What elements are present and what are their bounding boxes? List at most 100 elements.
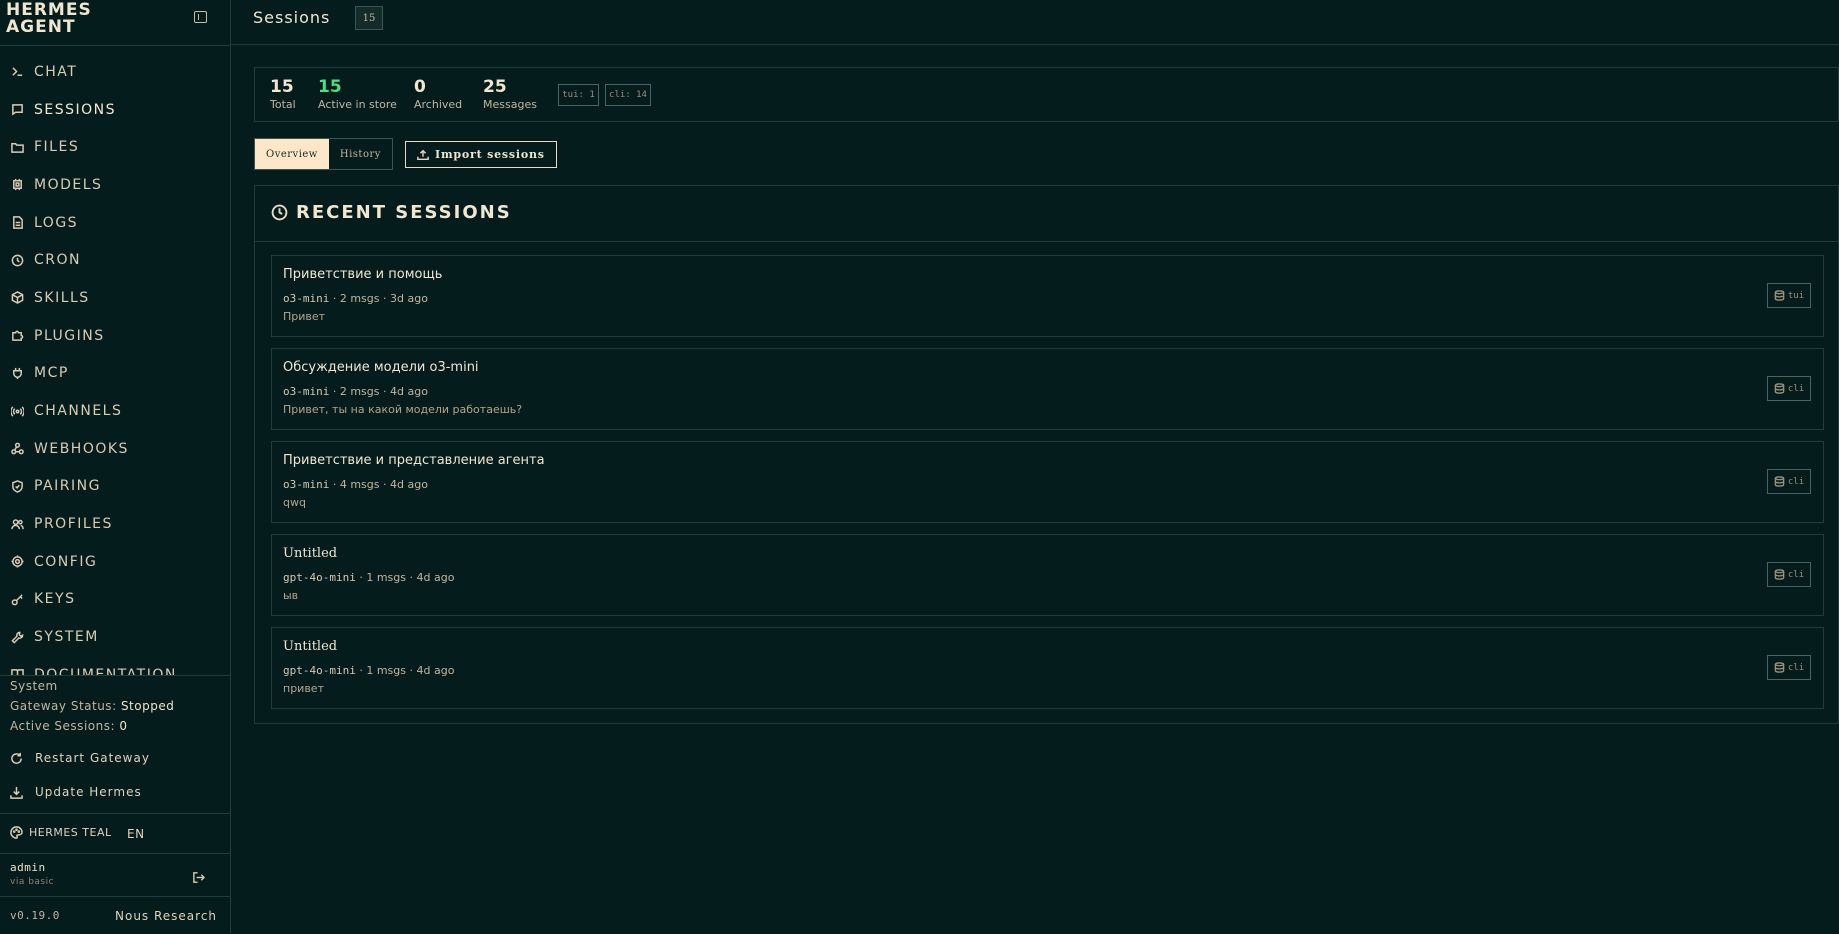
session-model: gpt-4o-mini (283, 571, 356, 584)
user-bar: admin via basic (0, 853, 230, 897)
session-model: o3-mini (283, 292, 330, 305)
session-source-tag[interactable]: cli (1767, 655, 1811, 680)
sidebar-item-keys[interactable]: KEYS (0, 581, 230, 619)
session-preview: qwq (283, 496, 306, 509)
recent-sessions-title: RECENT SESSIONS (271, 202, 512, 223)
sidebar-item-mcp[interactable]: MCP (0, 355, 230, 393)
user-auth: via basic (10, 877, 55, 887)
session-source-tag[interactable]: tui (1767, 283, 1811, 308)
session-stats: · 1 msgs · 4d ago (355, 571, 455, 584)
active-sessions: Active Sessions: 0 (10, 719, 127, 733)
stat-total: 15 Total (270, 78, 296, 111)
database-icon (1774, 476, 1785, 487)
sidebar-item-label: CHANNELS (34, 403, 123, 420)
clock-icon (271, 204, 288, 221)
stat-active: 15 Active in store (318, 78, 397, 111)
sidebar-item-webhooks[interactable]: WEBHOOKS (0, 430, 230, 468)
users-icon (10, 517, 24, 531)
update-hermes-label: Update Hermes (35, 785, 142, 799)
import-sessions-button[interactable]: Import sessions (405, 141, 557, 168)
session-source-tag[interactable]: cli (1767, 376, 1811, 401)
recent-sessions-header: RECENT SESSIONS (255, 186, 1838, 242)
shield-icon (10, 479, 24, 493)
recent-sessions-title-text: RECENT SESSIONS (296, 202, 512, 223)
session-meta: gpt-4o-mini · 1 msgs · 4d ago (283, 571, 454, 584)
session-title: Обсуждение модели o3-mini (283, 360, 479, 375)
logout-icon[interactable] (192, 869, 206, 883)
session-source-tag[interactable]: cli (1767, 469, 1811, 494)
sidebar-item-cron[interactable]: CRON (0, 241, 230, 279)
collapse-sidebar-icon[interactable] (194, 11, 207, 23)
sidebar-item-label: CRON (34, 252, 81, 269)
theme-switcher[interactable]: HERMES TEAL (10, 826, 112, 839)
page-title: Sessions (253, 8, 331, 27)
tab-history[interactable]: History (329, 139, 392, 169)
key-icon (10, 592, 24, 606)
session-source: cli (1787, 662, 1805, 673)
restart-gateway-button[interactable]: Restart Gateway (10, 751, 150, 765)
sidebar-item-system[interactable]: SYSTEM (0, 618, 230, 656)
sidebar-item-models[interactable]: MODELS (0, 166, 230, 204)
update-hermes-button[interactable]: Update Hermes (10, 785, 142, 799)
sidebar-item-label: CHAT (34, 63, 78, 80)
session-row[interactable]: Приветствие и помощь o3-mini · 2 msgs · … (271, 255, 1824, 337)
terminal-icon (10, 65, 24, 79)
session-row[interactable]: Untitled gpt-4o-mini · 1 msgs · 4d ago п… (271, 627, 1824, 709)
plug-icon (10, 366, 24, 380)
session-preview: Привет (283, 310, 326, 323)
session-model: o3-mini (283, 385, 330, 398)
sidebar-item-config[interactable]: CONFIG (0, 543, 230, 581)
session-source: tui (1787, 290, 1805, 301)
org-link[interactable]: Nous Research (115, 909, 217, 923)
sidebar-item-label: PROFILES (34, 516, 113, 533)
tab-overview[interactable]: Overview (255, 139, 329, 169)
language-switcher[interactable]: EN (127, 827, 145, 841)
refresh-icon (11, 752, 22, 764)
user-name: admin (10, 861, 46, 874)
session-stats: · 4 msgs · 4d ago (329, 478, 428, 491)
sidebar-item-documentation[interactable]: DOCUMENTATION (0, 656, 230, 675)
stat-total-value: 15 (270, 77, 294, 97)
version-label: v0.19.0 (10, 909, 60, 922)
stat-archived-label: Archived (414, 98, 463, 111)
import-sessions-label: Import sessions (435, 148, 545, 161)
stat-messages: 25 Messages (483, 78, 537, 111)
session-row[interactable]: Приветствие и представление агента o3-mi… (271, 441, 1824, 523)
session-meta: o3-mini · 2 msgs · 4d ago (283, 385, 428, 398)
stat-messages-label: Messages (483, 98, 537, 111)
session-source: cli (1787, 476, 1805, 487)
session-meta: o3-mini · 2 msgs · 3d ago (283, 292, 428, 305)
sidebar-item-pairing[interactable]: PAIRING (0, 468, 230, 506)
session-meta: o3-mini · 4 msgs · 4d ago (283, 478, 428, 491)
recent-sessions-panel: RECENT SESSIONS Приветствие и помощь o3-… (254, 185, 1839, 724)
wrench-icon (10, 630, 24, 644)
file-text-icon (10, 216, 24, 230)
database-icon (1774, 383, 1785, 394)
main-content: Sessions 15 15 Total 15 Active in store … (231, 0, 1839, 933)
radio-icon (10, 404, 24, 418)
sidebar-item-plugins[interactable]: PLUGINS (0, 317, 230, 355)
brand-logo: HERMES AGENT (6, 0, 92, 37)
palette-icon (10, 826, 23, 839)
sidebar-item-label: FILES (34, 139, 80, 156)
active-sessions-label: Active Sessions: (10, 719, 116, 733)
sidebar-item-logs[interactable]: LOGS (0, 204, 230, 242)
sidebar: HERMES AGENT CHAT SESSIONS FILES MODELS … (0, 0, 231, 933)
sidebar-item-channels[interactable]: CHANNELS (0, 392, 230, 430)
sidebar-item-skills[interactable]: SKILLS (0, 279, 230, 317)
session-preview: ыв (283, 589, 299, 602)
sidebar-item-files[interactable]: FILES (0, 128, 230, 166)
sidebar-item-sessions[interactable]: SESSIONS (0, 91, 230, 129)
puzzle-icon (10, 329, 24, 343)
sidebar-item-chat[interactable]: CHAT (0, 53, 230, 91)
session-source-tag[interactable]: cli (1767, 562, 1811, 587)
sidebar-item-profiles[interactable]: PROFILES (0, 505, 230, 543)
session-row[interactable]: Обсуждение модели o3-mini o3-mini · 2 ms… (271, 348, 1824, 430)
theme-name: HERMES TEAL (29, 826, 112, 839)
session-stats: · 2 msgs · 4d ago (329, 385, 428, 398)
stat-archived: 0 Archived (414, 78, 462, 111)
session-row[interactable]: Untitled gpt-4o-mini · 1 msgs · 4d ago ы… (271, 534, 1824, 616)
theme-bar: HERMES TEAL EN (0, 813, 230, 854)
webhook-icon (10, 442, 24, 456)
stat-active-label: Active in store (318, 98, 397, 111)
